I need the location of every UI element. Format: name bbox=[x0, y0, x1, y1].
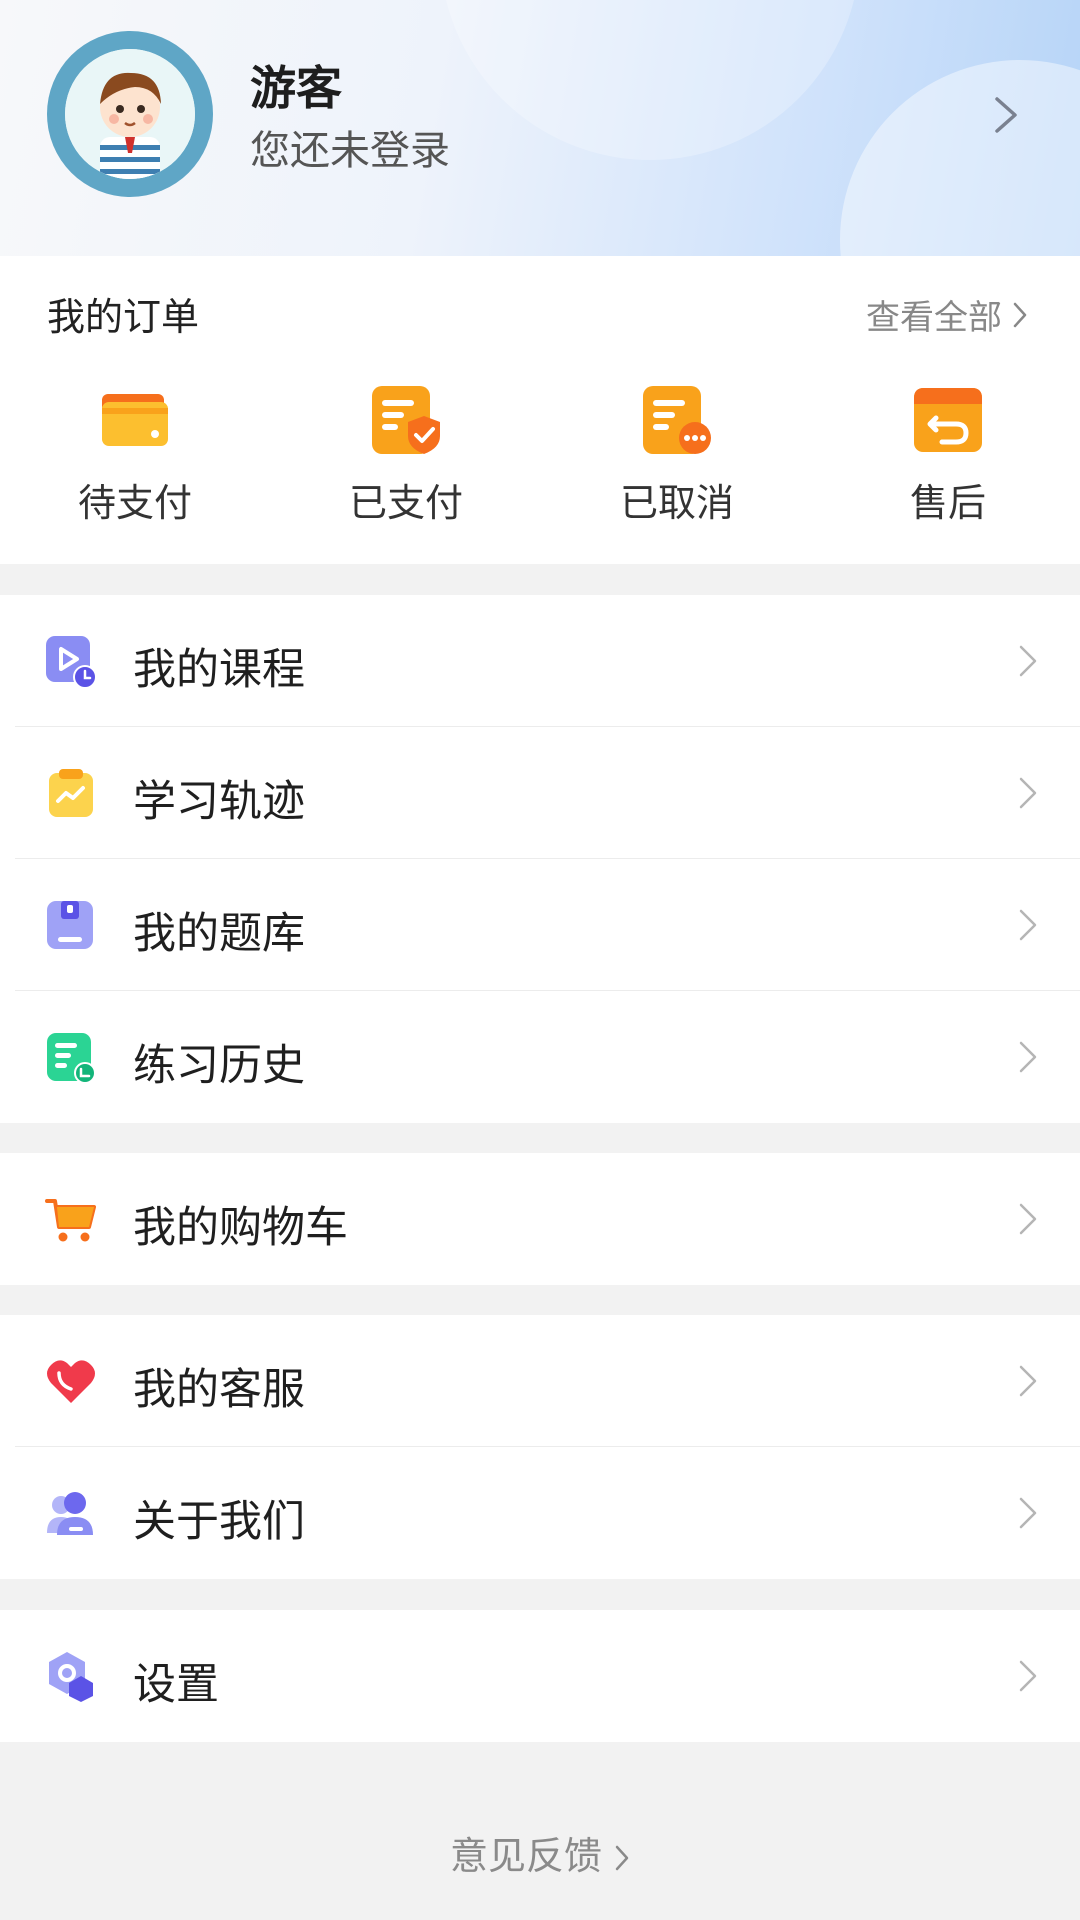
menu-label: 我的课程 bbox=[133, 645, 305, 695]
menu-item-question-bank[interactable]: 我的题库 bbox=[0, 859, 1080, 991]
avatar[interactable] bbox=[47, 31, 213, 197]
chevron-right-icon bbox=[1019, 1041, 1037, 1073]
cancelled-doc-icon bbox=[643, 386, 711, 454]
order-after-sales[interactable]: 售后 bbox=[848, 384, 1048, 527]
shopping-cart-icon bbox=[45, 1199, 96, 1242]
menu-item-shopping-cart[interactable]: 我的购物车 bbox=[0, 1153, 1080, 1285]
menu-label: 设置 bbox=[133, 1660, 219, 1710]
menu-group-shopping: 我的购物车 bbox=[0, 1153, 1080, 1285]
user-name: 游客 bbox=[250, 61, 342, 115]
chevron-right-icon bbox=[1019, 1497, 1037, 1529]
people-icon bbox=[47, 1492, 93, 1535]
orders-card: 我的订单 查看全部 待支付 已支付 已取消 售后 bbox=[0, 256, 1080, 564]
order-pending-payment[interactable]: 待支付 bbox=[35, 384, 235, 527]
chevron-right-icon bbox=[1019, 645, 1037, 677]
clipboard-chart-icon bbox=[49, 769, 93, 817]
view-all-label: 查看全部 bbox=[866, 298, 1002, 338]
menu-group-learning: 我的课程 学习轨迹 我的题库 练习历史 bbox=[0, 595, 1080, 1123]
login-status[interactable]: 您还未登录 bbox=[250, 118, 450, 176]
chevron-right-icon bbox=[1019, 1660, 1037, 1692]
chevron-right-icon bbox=[615, 1845, 629, 1871]
settings-hexagon-icon bbox=[49, 1652, 93, 1702]
chevron-right-icon bbox=[1019, 777, 1037, 809]
view-all-orders-link[interactable]: 查看全部 bbox=[866, 290, 1028, 339]
menu-group-support: 我的客服 关于我们 bbox=[0, 1315, 1080, 1579]
feedback-label: 意见反馈 bbox=[449, 1834, 602, 1878]
order-cancelled[interactable]: 已取消 bbox=[577, 384, 777, 527]
menu-label: 我的客服 bbox=[133, 1365, 305, 1415]
order-label: 待支付 bbox=[77, 481, 192, 525]
menu-item-learning-track[interactable]: 学习轨迹 bbox=[0, 727, 1080, 859]
menu-label: 关于我们 bbox=[133, 1497, 305, 1547]
return-box-icon bbox=[914, 388, 982, 452]
chevron-right-icon bbox=[1019, 909, 1037, 941]
question-bank-icon bbox=[47, 901, 93, 949]
chevron-right-icon bbox=[1019, 1365, 1037, 1397]
feedback-link[interactable]: 意见反馈 bbox=[0, 1825, 1080, 1880]
chevron-right-icon[interactable] bbox=[993, 95, 1019, 135]
menu-group-settings: 设置 bbox=[0, 1610, 1080, 1742]
menu-item-my-courses[interactable]: 我的课程 bbox=[0, 595, 1080, 727]
order-label: 已支付 bbox=[348, 481, 463, 525]
profile-header[interactable]: 游客 您还未登录 bbox=[0, 0, 1080, 256]
orders-title: 我的订单 bbox=[47, 295, 200, 339]
order-paid[interactable]: 已支付 bbox=[306, 384, 506, 527]
wallet-icon bbox=[102, 394, 168, 446]
menu-label: 练习历史 bbox=[133, 1041, 305, 1091]
paid-doc-icon bbox=[372, 386, 440, 454]
chevron-right-icon bbox=[1019, 1203, 1037, 1235]
menu-item-customer-service[interactable]: 我的客服 bbox=[0, 1315, 1080, 1447]
header-decoration bbox=[440, 0, 860, 160]
menu-item-practice-history[interactable]: 练习历史 bbox=[0, 991, 1080, 1123]
avatar-boy-icon bbox=[65, 49, 195, 179]
chevron-right-icon bbox=[1013, 302, 1027, 327]
order-label: 已取消 bbox=[619, 481, 734, 525]
menu-item-settings[interactable]: 设置 bbox=[0, 1610, 1080, 1742]
menu-label: 我的购物车 bbox=[133, 1203, 348, 1253]
history-doc-icon bbox=[47, 1033, 96, 1083]
menu-item-about-us[interactable]: 关于我们 bbox=[0, 1447, 1080, 1579]
order-label: 售后 bbox=[909, 481, 986, 525]
menu-label: 我的题库 bbox=[133, 909, 305, 959]
heart-phone-icon bbox=[47, 1360, 95, 1403]
menu-label: 学习轨迹 bbox=[133, 777, 305, 827]
header-decoration bbox=[840, 60, 1080, 256]
video-course-icon bbox=[46, 636, 97, 687]
